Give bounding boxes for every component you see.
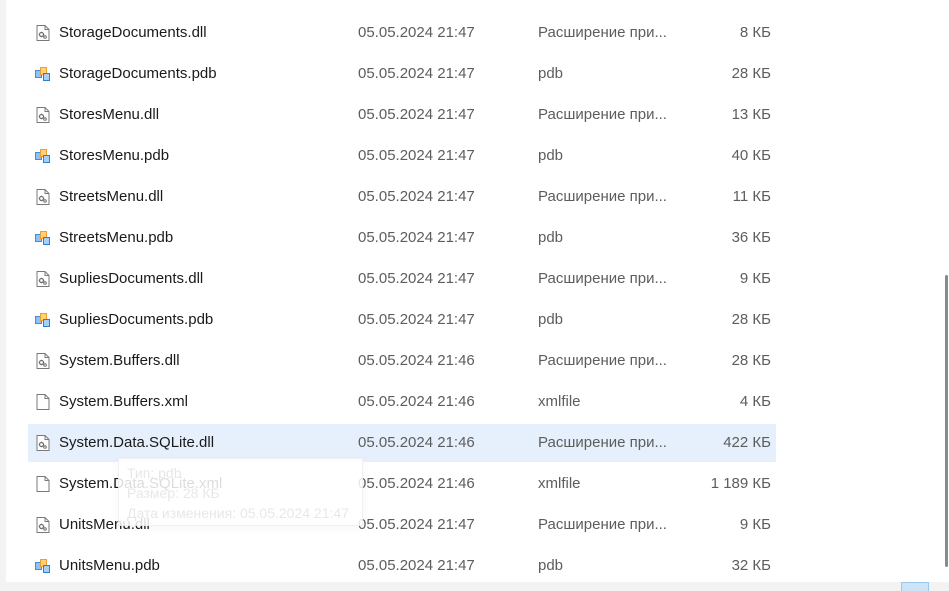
file-date: 05.05.2024 21:46 <box>358 434 475 451</box>
file-name: System.Data.SQLite.xml <box>59 475 223 492</box>
file-date: 05.05.2024 21:47 <box>358 24 475 41</box>
file-type: Расширение при... <box>538 352 667 369</box>
file-date: 05.05.2024 21:46 <box>358 352 475 369</box>
scrollbar-thumb[interactable] <box>945 275 948 567</box>
file-type: pdb <box>538 229 564 246</box>
file-row[interactable]: SupliesDocuments.pdb 05.05.2024 21:47 pd… <box>28 301 776 339</box>
file-type: pdb <box>538 65 564 82</box>
file-explorer-window: StorageDocuments.dll 05.05.2024 21:47 Ра… <box>0 0 949 591</box>
dll-icon <box>34 24 52 42</box>
navigation-pane-edge <box>0 0 6 591</box>
file-size: 13 КБ <box>731 106 771 123</box>
file-row[interactable]: System.Buffers.dll 05.05.2024 21:46 Расш… <box>28 342 776 380</box>
file-row[interactable]: StreetsMenu.dll 05.05.2024 21:47 Расшире… <box>28 178 776 216</box>
pdb-icon <box>34 229 52 247</box>
file-type: xmlfile <box>538 475 581 492</box>
file-size: 28 КБ <box>731 65 771 82</box>
file-name: StreetsMenu.dll <box>59 188 164 205</box>
file-size: 1 189 КБ <box>710 475 771 492</box>
file-row[interactable]: StorageDocuments.pdb 05.05.2024 21:47 pd… <box>28 55 776 93</box>
file-date: 05.05.2024 21:46 <box>358 393 475 410</box>
file-row[interactable]: System.Data.SQLite.dll 05.05.2024 21:46 … <box>28 424 776 462</box>
file-name: StoresMenu.pdb <box>59 147 170 164</box>
file-name: SupliesDocuments.dll <box>59 270 204 287</box>
status-bar-edge <box>0 582 949 591</box>
file-type: Расширение при... <box>538 106 667 123</box>
file-row[interactable]: UnitsMenu.pdb 05.05.2024 21:47 pdb 32 КБ <box>28 547 776 585</box>
file-size: 40 КБ <box>731 147 771 164</box>
file-size: 4 КБ <box>739 393 771 410</box>
file-size: 422 КБ <box>723 434 771 451</box>
file-type: Расширение при... <box>538 516 667 533</box>
file-size: 8 КБ <box>739 24 771 41</box>
file-date: 05.05.2024 21:46 <box>358 475 475 492</box>
dll-icon <box>34 352 52 370</box>
file-name: UnitsMenu.pdb <box>59 557 160 574</box>
file-name: StoresMenu.dll <box>59 106 160 123</box>
dll-icon <box>34 106 52 124</box>
vertical-scrollbar[interactable] <box>943 0 949 591</box>
file-list: StorageDocuments.dll 05.05.2024 21:47 Ра… <box>28 0 776 591</box>
file-date: 05.05.2024 21:47 <box>358 557 475 574</box>
view-toggle-button[interactable] <box>901 582 929 591</box>
file-type: Расширение при... <box>538 270 667 287</box>
file-type: pdb <box>538 311 564 328</box>
file-date: 05.05.2024 21:47 <box>358 106 475 123</box>
file-date: 05.05.2024 21:47 <box>358 311 475 328</box>
file-row[interactable]: System.Buffers.xml 05.05.2024 21:46 xmlf… <box>28 383 776 421</box>
pdb-icon <box>34 311 52 329</box>
dll-icon <box>34 434 52 452</box>
file-row[interactable]: StreetsMenu.pdb 05.05.2024 21:47 pdb 36 … <box>28 219 776 257</box>
file-row[interactable]: StoresMenu.dll 05.05.2024 21:47 Расширен… <box>28 96 776 134</box>
file-row[interactable]: UnitsMenu.dll 05.05.2024 21:47 Расширени… <box>28 506 776 544</box>
file-size: 9 КБ <box>739 270 771 287</box>
file-date: 05.05.2024 21:47 <box>358 516 475 533</box>
file-row[interactable]: StorageDocuments.dll 05.05.2024 21:47 Ра… <box>28 14 776 52</box>
file-date: 05.05.2024 21:47 <box>358 270 475 287</box>
file-name: StreetsMenu.pdb <box>59 229 174 246</box>
file-name: System.Buffers.dll <box>59 352 180 369</box>
file-size: 9 КБ <box>739 516 771 533</box>
file-size: 28 КБ <box>731 352 771 369</box>
dll-icon <box>34 516 52 534</box>
file-date: 05.05.2024 21:47 <box>358 229 475 246</box>
file-name: UnitsMenu.dll <box>59 516 150 533</box>
file-date: 05.05.2024 21:47 <box>358 147 475 164</box>
file-name: StorageDocuments.pdb <box>59 65 217 82</box>
file-size: 36 КБ <box>731 229 771 246</box>
file-icon <box>34 393 52 411</box>
file-name: SupliesDocuments.pdb <box>59 311 214 328</box>
file-row[interactable]: System.Data.SQLite.xml 05.05.2024 21:46 … <box>28 465 776 503</box>
dll-icon <box>34 188 52 206</box>
file-type: Расширение при... <box>538 188 667 205</box>
pdb-icon <box>34 147 52 165</box>
file-row[interactable]: SupliesDocuments.dll 05.05.2024 21:47 Ра… <box>28 260 776 298</box>
dll-icon <box>34 270 52 288</box>
file-type: Расширение при... <box>538 24 667 41</box>
file-date: 05.05.2024 21:47 <box>358 188 475 205</box>
file-type: pdb <box>538 557 564 574</box>
file-type: xmlfile <box>538 393 581 410</box>
file-type: pdb <box>538 147 564 164</box>
file-date: 05.05.2024 21:47 <box>358 65 475 82</box>
file-name: System.Data.SQLite.dll <box>59 434 215 451</box>
file-row[interactable]: StoresMenu.pdb 05.05.2024 21:47 pdb 40 К… <box>28 137 776 175</box>
file-type: Расширение при... <box>538 434 667 451</box>
pdb-icon <box>34 65 52 83</box>
file-icon <box>34 475 52 493</box>
file-size: 32 КБ <box>731 557 771 574</box>
file-size: 28 КБ <box>731 311 771 328</box>
file-name: System.Buffers.xml <box>59 393 188 410</box>
file-size: 11 КБ <box>732 188 771 205</box>
file-name: StorageDocuments.dll <box>59 24 207 41</box>
pdb-icon <box>34 557 52 575</box>
